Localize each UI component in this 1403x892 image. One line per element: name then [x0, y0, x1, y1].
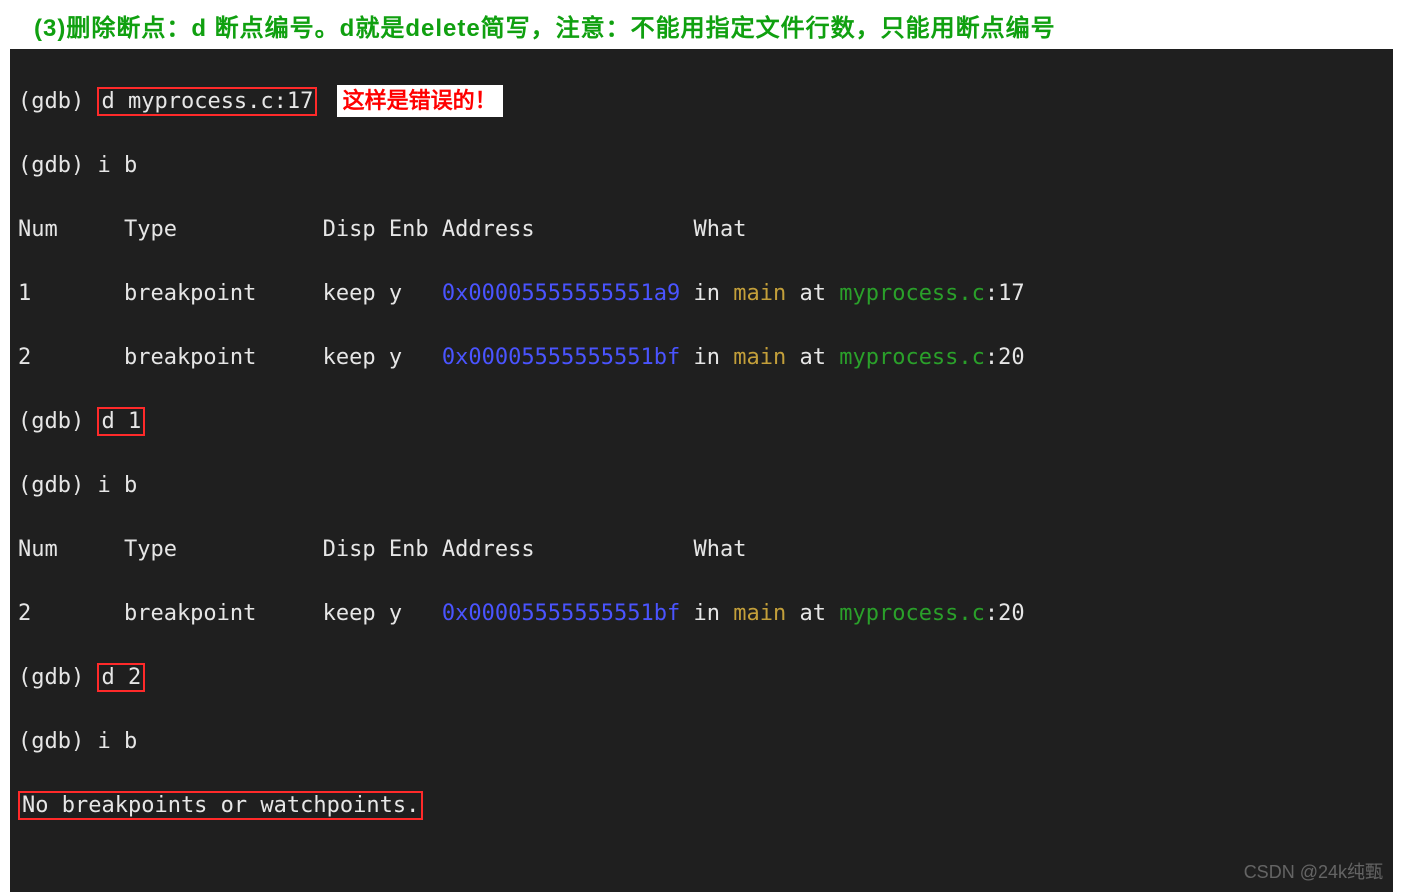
bp-function: main [733, 345, 786, 370]
kw-at: at [786, 601, 839, 626]
term-line-11: (gdb) i b [18, 726, 1385, 758]
wrong-command-box: d myprocess.c:17 [97, 87, 317, 116]
bp-line: :20 [985, 601, 1025, 626]
gdb-prompt: (gdb) [18, 89, 97, 114]
term-bp-row-3: 2 breakpoint keep y 0x00005555555551bf i… [18, 598, 1385, 630]
delete-1-box: d 1 [97, 407, 145, 436]
term-line-2: (gdb) i b [18, 150, 1385, 182]
term-header-1: Num Type Disp Enb Address What [18, 214, 1385, 246]
bp-address: 0x00005555555551bf [442, 601, 680, 626]
bp-line: :20 [985, 345, 1025, 370]
kw-in: in [680, 345, 733, 370]
bp-prefix: 1 breakpoint keep y [18, 281, 442, 306]
bp-function: main [733, 281, 786, 306]
bp-address: 0x00005555555551a9 [442, 281, 680, 306]
term-header-2: Num Type Disp Enb Address What [18, 534, 1385, 566]
term-line-1: (gdb) d myprocess.c:17 这样是错误的！ [18, 85, 1385, 118]
bp-address: 0x00005555555551bf [442, 345, 680, 370]
bp-file: myprocess.c [839, 601, 985, 626]
watermark: CSDN @24k纯甄 [1244, 856, 1383, 888]
bp-function: main [733, 601, 786, 626]
error-callout: 这样是错误的！ [337, 85, 503, 117]
kw-in: in [680, 281, 733, 306]
kw-at: at [786, 345, 839, 370]
terminal-output: (gdb) d myprocess.c:17 这样是错误的！ (gdb) i b… [10, 49, 1393, 892]
bp-file: myprocess.c [839, 345, 985, 370]
term-line-12: No breakpoints or watchpoints. [18, 790, 1385, 822]
delete-2-box: d 2 [97, 663, 145, 692]
bp-line: :17 [985, 281, 1025, 306]
bp-file: myprocess.c [839, 281, 985, 306]
kw-at: at [786, 281, 839, 306]
term-line-7: (gdb) i b [18, 470, 1385, 502]
section-heading: (3)删除断点：d 断点编号。d就是delete简写，注意：不能用指定文件行数，… [0, 0, 1403, 49]
bp-prefix: 2 breakpoint keep y [18, 345, 442, 370]
kw-in: in [680, 601, 733, 626]
gdb-prompt: (gdb) [18, 409, 97, 434]
term-bp-row-2: 2 breakpoint keep y 0x00005555555551bf i… [18, 342, 1385, 374]
gdb-prompt: (gdb) [18, 665, 97, 690]
no-breakpoints-box: No breakpoints or watchpoints. [18, 791, 423, 820]
term-line-6: (gdb) d 1 [18, 406, 1385, 438]
bp-prefix: 2 breakpoint keep y [18, 601, 442, 626]
term-bp-row-1: 1 breakpoint keep y 0x00005555555551a9 i… [18, 278, 1385, 310]
term-line-10: (gdb) d 2 [18, 662, 1385, 694]
